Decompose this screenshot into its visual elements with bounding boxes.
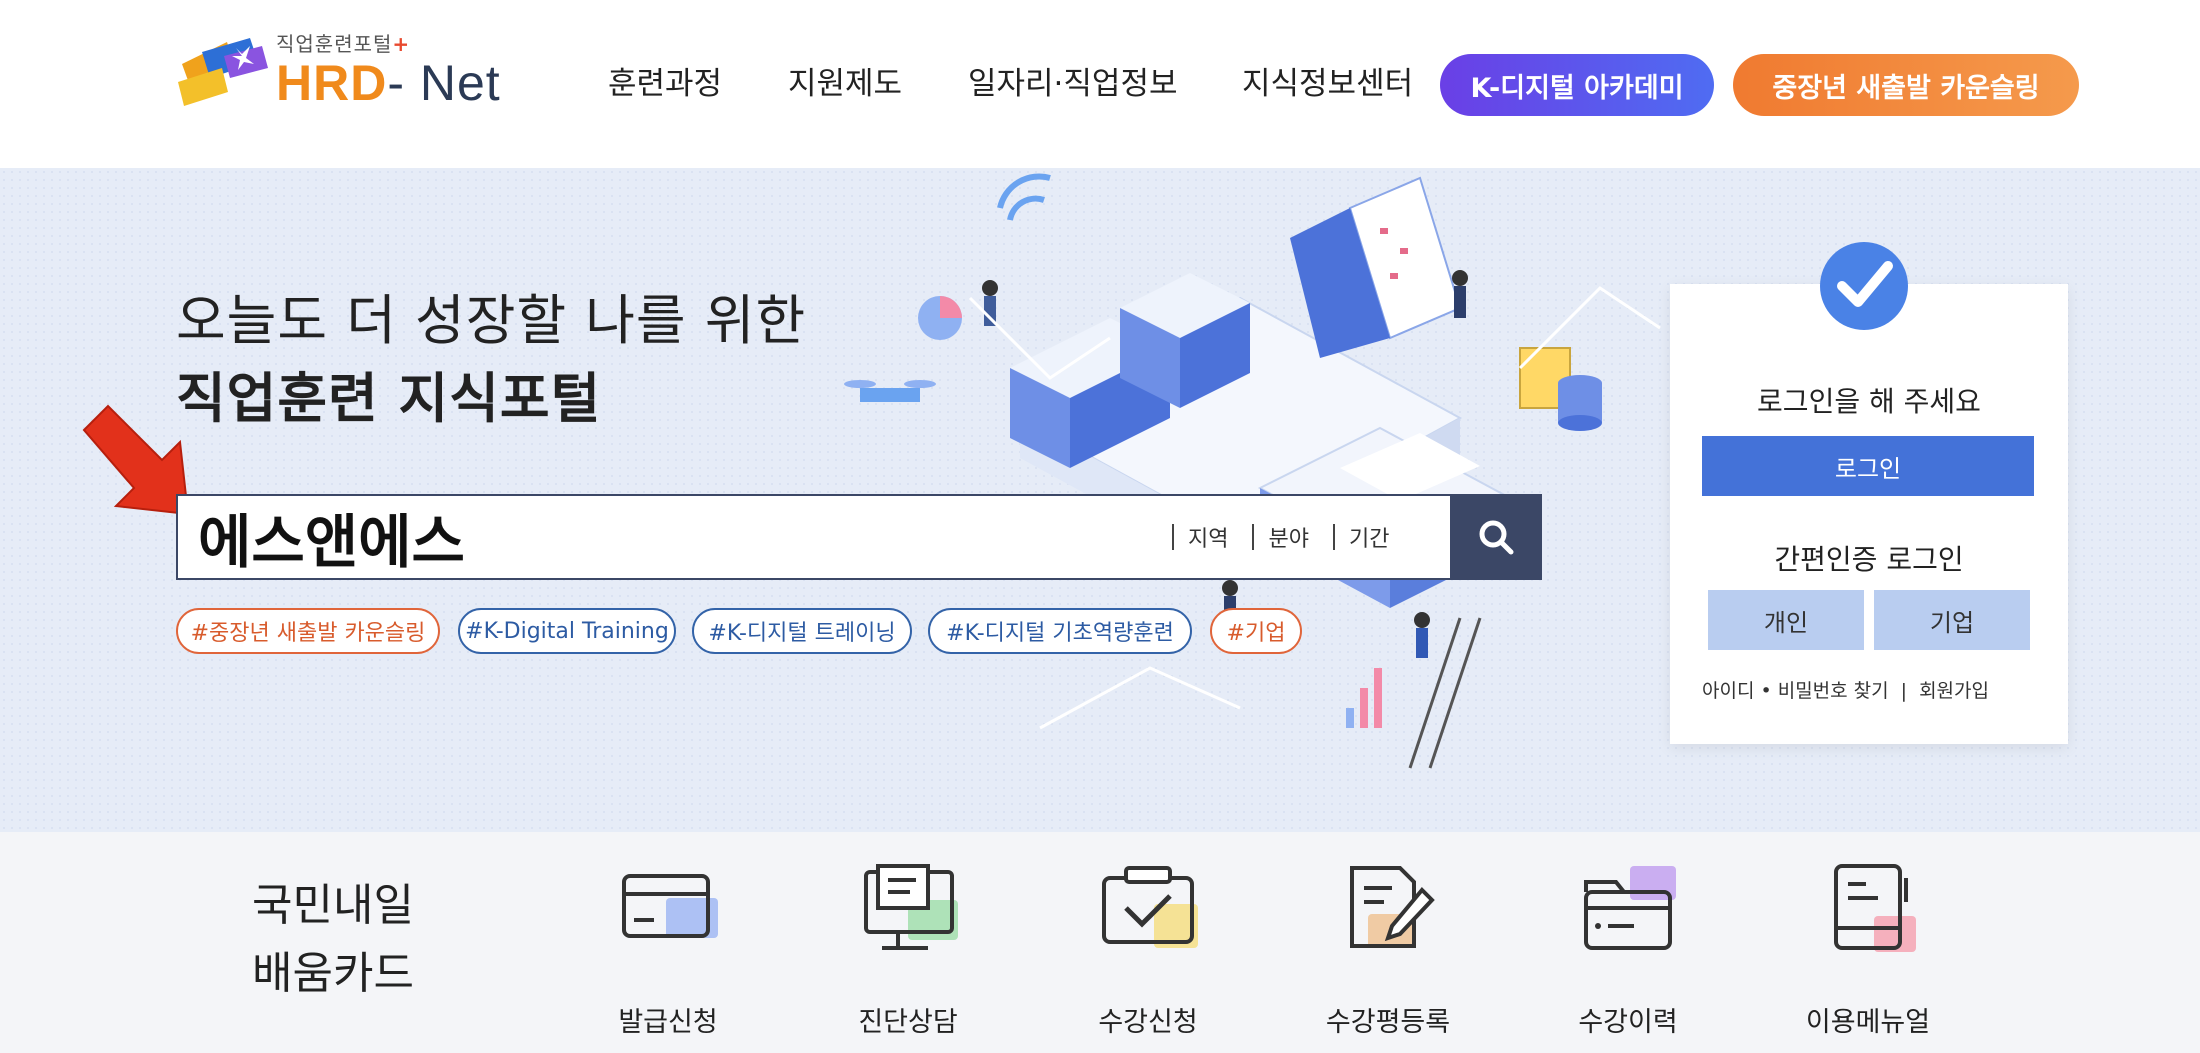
hero-title-line2: 직업훈련 지식포털 <box>176 367 602 430</box>
tag-k-digital-basic[interactable]: #K-디지털 기초역량훈련 <box>928 608 1192 654</box>
login-button[interactable]: 로그인 <box>1702 436 2034 496</box>
learning-card-menu: 국민내일 배움카드 발급신청 진단상담 수강신청 수강평등록 수강이력 이용메뉴… <box>0 832 2200 1053</box>
find-id-password-link[interactable]: 아이디 • 비밀번호 찾기 <box>1702 680 1889 702</box>
menu-course-apply[interactable]: 수강신청 <box>1048 862 1248 1042</box>
search-box: 지역 분야 기간 <box>176 494 1542 580</box>
edit-document-icon <box>1350 866 1435 948</box>
nav-support-system[interactable]: 지원제도 <box>788 58 902 103</box>
k-digital-academy-button[interactable]: K-디지털 아카데미 <box>1440 54 1714 116</box>
header: 직업훈련포털+ HRD- Net 훈련과정 지원제도 일자리·직업정보 지식정보… <box>0 0 2200 168</box>
filter-period[interactable]: 기간 <box>1332 524 1409 552</box>
search-input[interactable] <box>198 496 1298 578</box>
menu-diagnosis-consult[interactable]: 진단상담 <box>808 862 1008 1042</box>
easy-login-personal-button[interactable]: 개인 <box>1708 590 1864 650</box>
logo-mark-icon <box>178 38 268 106</box>
nav-knowledge-center[interactable]: 지식정보센터 <box>1242 58 1413 103</box>
tag-company[interactable]: #기업 <box>1210 608 1302 654</box>
login-prompt: 로그인을 해 주세요 <box>1757 385 1981 418</box>
login-links: 아이디 • 비밀번호 찾기 | 회원가입 <box>1702 676 1989 703</box>
manual-icon <box>1834 864 1916 952</box>
hrd-net-logo[interactable]: 직업훈련포털+ HRD- Net <box>172 26 502 116</box>
senior-counseling-button[interactable]: 중장년 새출발 카운슬링 <box>1733 54 2079 116</box>
hero-title-line1: 오늘도 더 성장할 나를 위한 <box>176 289 807 352</box>
easy-auth-title: 간편인증 로그인 <box>1774 543 1964 576</box>
signup-link[interactable]: 회원가입 <box>1919 680 1989 702</box>
monitor-icon <box>864 864 958 950</box>
search-filters: 지역 분야 기간 <box>1172 518 1413 558</box>
nav-jobs-info[interactable]: 일자리·직업정보 <box>968 58 1178 103</box>
filter-region[interactable]: 지역 <box>1172 524 1248 552</box>
check-circle-icon <box>1820 242 1908 330</box>
search-icon <box>1479 520 1514 555</box>
hero-section: 오늘도 더 성장할 나를 위한 직업훈련 지식포털 지역 분야 기간 #중장년 … <box>0 168 2200 832</box>
nav-training-courses[interactable]: 훈련과정 <box>608 58 722 103</box>
learning-card-title: 국민내일 배움카드 <box>252 880 414 999</box>
logo-main-text: HRD- Net <box>276 55 501 111</box>
tag-k-digital-trainee[interactable]: #K-디지털 트레이닝 <box>692 608 912 654</box>
menu-card-apply[interactable]: 발급신청 <box>568 862 768 1042</box>
easy-login-company-button[interactable]: 기업 <box>1874 590 2030 650</box>
search-button[interactable] <box>1450 494 1542 580</box>
link-separator: | <box>1900 680 1908 702</box>
login-card: 로그인을 해 주세요 로그인 간편인증 로그인 개인 기업 아이디 • 비밀번호… <box>1670 284 2068 744</box>
menu-course-history[interactable]: 수강이력 <box>1528 862 1728 1042</box>
tag-k-digital-training[interactable]: #K-Digital Training <box>458 608 676 654</box>
menu-user-manual[interactable]: 이용메뉴얼 <box>1768 862 1968 1042</box>
tag-senior-counseling[interactable]: #중장년 새출발 카운슬링 <box>176 608 440 654</box>
card-icon <box>622 874 718 938</box>
logo-small-text: 직업훈련포털+ <box>276 32 411 56</box>
folder-icon <box>1584 866 1676 950</box>
checkbox-icon <box>1102 866 1198 948</box>
menu-course-review[interactable]: 수강평등록 <box>1288 862 1488 1042</box>
filter-field[interactable]: 분야 <box>1252 524 1328 552</box>
